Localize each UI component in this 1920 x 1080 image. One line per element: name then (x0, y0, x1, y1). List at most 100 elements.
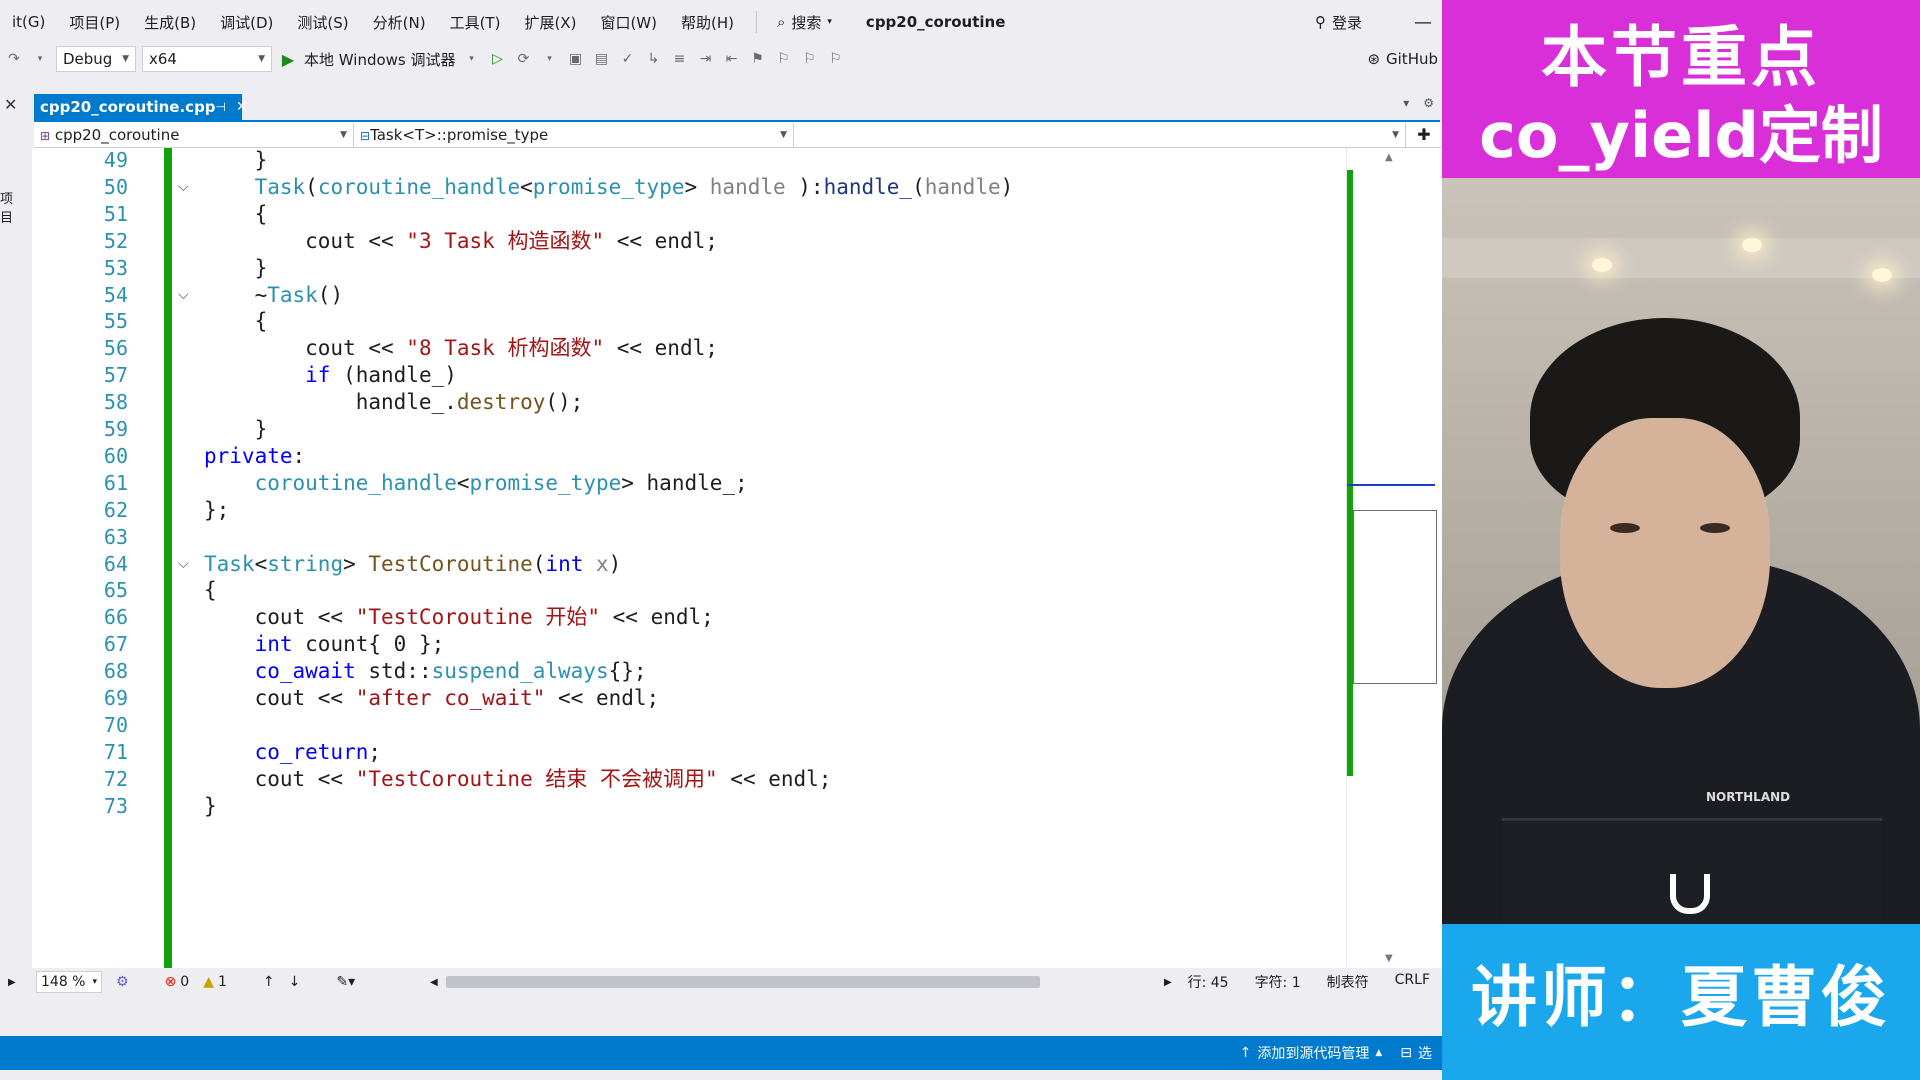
editor-status-row: ▶ 148 % ▾ ⚙ ⊗ 0 ▲ 1 ↑ ↓ ✎▾ ◀ ▶ 行: 45 字符:… (0, 968, 1442, 996)
spellcheck-icon[interactable]: ✓ (618, 49, 638, 69)
error-count[interactable]: ⊗ 0 (165, 974, 190, 990)
code-line[interactable]: 57 if (handle_) (32, 362, 1346, 389)
code-line[interactable]: 69 cout << "after co_wait" << endl; (32, 685, 1346, 712)
char-indicator[interactable]: 字符: 1 (1255, 972, 1301, 992)
code-line[interactable]: 73} (32, 793, 1346, 820)
intellicode-icon[interactable]: ⚙ (116, 974, 129, 990)
cleanup-icon[interactable]: ✎▾ (336, 974, 355, 990)
minimap-viewport[interactable] (1353, 510, 1437, 684)
menu-project[interactable]: 项目(P) (57, 12, 132, 33)
chevron-down-icon[interactable]: ▾ (1403, 96, 1409, 110)
code-line[interactable]: 70 (32, 712, 1346, 739)
code-line[interactable]: 54 ⌵ ~Task() (32, 282, 1346, 309)
menu-tools[interactable]: 工具(T) (438, 12, 513, 33)
menu-git[interactable]: it(G) (0, 13, 57, 31)
platform-select[interactable]: x64 ▼ (142, 46, 272, 72)
split-editor-icon[interactable]: ✚ (1406, 125, 1442, 144)
code-line[interactable]: 63 (32, 524, 1346, 551)
code-editor[interactable]: 49 } 50 ⌵ Task(coroutine_handle<promise_ty… (32, 148, 1346, 968)
indent-icon[interactable]: ⇥ (696, 49, 716, 69)
minimap-scrollbar[interactable]: ▲ ▼ (1346, 148, 1442, 968)
code-line[interactable]: 56 cout << "8 Task 析构函数" << endl; (32, 335, 1346, 362)
code-line[interactable]: 53 } (32, 255, 1346, 282)
code-line[interactable]: 68 co_await std::suspend_always{}; (32, 658, 1346, 685)
code-text: co_await std::suspend_always{}; (254, 659, 647, 684)
gear-icon[interactable]: ⚙ (1423, 96, 1434, 110)
login-button[interactable]: ⚲ 登录 (1315, 12, 1362, 33)
code-line[interactable]: 50 ⌵ Task(coroutine_handle<promise_type> … (32, 174, 1346, 201)
scroll-up-icon[interactable]: ▲ (1385, 152, 1393, 163)
tab-cpp20-coroutine[interactable]: cpp20_coroutine.cpp ⊣ ✕ (34, 94, 248, 120)
scroll-right-arrow-icon[interactable]: ▶ (1164, 977, 1172, 988)
menu-analyze[interactable]: 分析(N) (361, 12, 438, 33)
config-select[interactable]: Debug ▼ (56, 46, 136, 72)
fold-chevron-icon[interactable]: ⌵ (178, 282, 189, 309)
arrow-up-icon[interactable]: ↑ (263, 974, 275, 990)
folder-icon[interactable]: ▣ (566, 49, 586, 69)
run-debugger-button[interactable]: 本地 Windows 调试器 (304, 49, 456, 70)
repo-select-button[interactable]: ⊟ 选 (1400, 1043, 1432, 1063)
format-icon[interactable]: ≡ (670, 49, 690, 69)
pin-icon[interactable]: ⊣ (216, 100, 226, 114)
bookmark-clear-icon[interactable]: ⚐ (826, 49, 846, 69)
warning-count[interactable]: ▲ 1 (203, 974, 227, 990)
code-line[interactable]: 62}; (32, 497, 1346, 524)
chevron-down-icon[interactable]: ▾ (30, 49, 50, 69)
source-control-button[interactable]: ↑ 添加到源代码管理 ▲ (1240, 1043, 1383, 1063)
code-line[interactable]: 61 coroutine_handle<promise_type> handle… (32, 470, 1346, 497)
code-line[interactable]: 64 ⌵ Task<string> TestCoroutine(int x) (32, 551, 1346, 578)
code-line[interactable]: 59 } (32, 416, 1346, 443)
chevron-down-icon: ▾ (92, 977, 97, 987)
menu-help[interactable]: 帮助(H) (669, 12, 746, 33)
menu-extensions[interactable]: 扩展(X) (512, 12, 588, 33)
code-line[interactable]: 60 private: (32, 443, 1346, 470)
bookmark-next-icon[interactable]: ⚐ (800, 49, 820, 69)
code-line[interactable]: 67 int count{ 0 }; (32, 631, 1346, 658)
horizontal-scroll-thumb[interactable] (446, 976, 1040, 988)
code-line[interactable]: 49 } (32, 148, 1346, 174)
arrow-down-icon[interactable]: ↓ (289, 974, 301, 990)
function-select[interactable]: ▼ (794, 122, 1406, 147)
code-line[interactable]: 72 cout << "TestCoroutine 结束 不会被调用" << e… (32, 766, 1346, 793)
menu-debug[interactable]: 调试(D) (208, 12, 285, 33)
code-line[interactable]: 65 { (32, 577, 1346, 604)
code-line[interactable]: 52 cout << "3 Task 构造函数" << endl; (32, 228, 1346, 255)
bookmark-prev-icon[interactable]: ⚐ (774, 49, 794, 69)
outdent-icon[interactable]: ⇤ (722, 49, 742, 69)
hot-reload-icon[interactable]: ⟳ (514, 49, 534, 69)
scroll-left-arrow-icon[interactable]: ◀ (430, 977, 438, 988)
line-indicator[interactable]: 行: 45 (1188, 972, 1229, 992)
bookmark-icon[interactable]: ⚑ (748, 49, 768, 69)
github-button[interactable]: ⊛ GitHub (1367, 50, 1438, 68)
step-icon[interactable]: ↳ (644, 49, 664, 69)
layout-icon[interactable]: ▤ (592, 49, 612, 69)
redo-icon[interactable]: ↷ (4, 49, 24, 69)
code-line[interactable]: 66 cout << "TestCoroutine 开始" << endl; (32, 604, 1346, 631)
minimize-button[interactable]: — (1414, 12, 1432, 33)
line-ending[interactable]: CRLF (1395, 972, 1430, 992)
member-select[interactable]: ⊟Task<T>::promise_type ▼ (354, 122, 794, 147)
scroll-down-icon[interactable]: ▼ (1385, 953, 1393, 964)
chevron-down-icon[interactable]: ▾ (540, 49, 560, 69)
code-line[interactable]: 51 { (32, 201, 1346, 228)
chevron-down-icon[interactable]: ▾ (462, 49, 482, 69)
start-without-debug-icon[interactable]: ▷ (488, 49, 508, 69)
code-line[interactable]: 71 co_return; (32, 739, 1346, 766)
solution-explorer-tab[interactable]: 项目 (0, 188, 24, 226)
scope-select[interactable]: ⊞ cpp20_coroutine ▼ (34, 122, 354, 147)
zoom-select[interactable]: 148 % ▾ (36, 971, 102, 993)
play-icon[interactable]: ▶ (278, 49, 298, 69)
fold-chevron-icon[interactable]: ⌵ (178, 551, 189, 578)
menu-test[interactable]: 测试(S) (285, 12, 360, 33)
code-line[interactable]: 58 handle_.destroy(); (32, 389, 1346, 416)
menu-window[interactable]: 窗口(W) (588, 12, 669, 33)
search-button[interactable]: ⌕ 搜索 ▾ (767, 12, 842, 33)
menu-build[interactable]: 生成(B) (132, 12, 208, 33)
close-icon[interactable]: ✕ (4, 95, 17, 114)
fold-chevron-icon[interactable]: ⌵ (178, 174, 189, 201)
indent-mode[interactable]: 制表符 (1327, 972, 1369, 992)
topic-banner: 本节重点 co_yield定制 (1442, 0, 1920, 178)
scroll-left-icon[interactable]: ▶ (8, 977, 16, 988)
close-icon[interactable]: ✕ (236, 99, 248, 115)
code-line[interactable]: 55 { (32, 308, 1346, 335)
